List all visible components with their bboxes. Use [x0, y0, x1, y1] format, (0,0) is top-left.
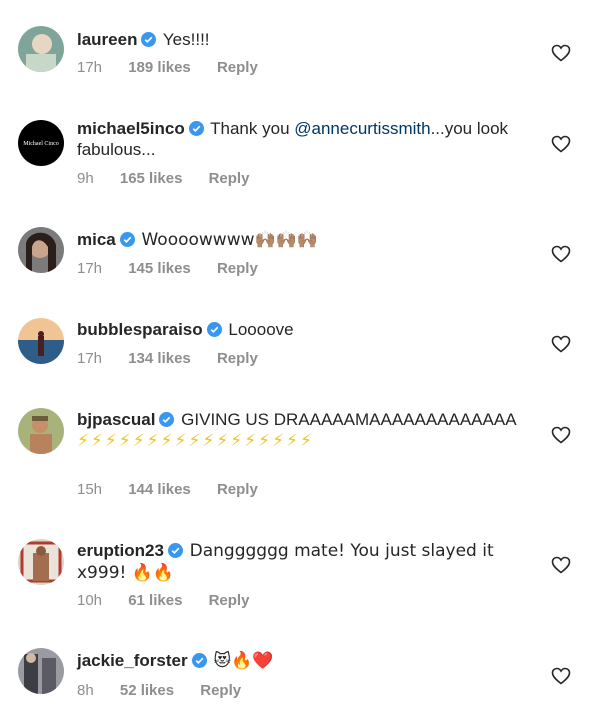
comment-time: 17h [77, 260, 103, 277]
likes-count[interactable]: 61 likes [128, 592, 182, 609]
heart-outline-icon[interactable] [551, 426, 571, 444]
comment-time: 17h [77, 59, 103, 76]
heart-outline-icon[interactable] [551, 44, 571, 62]
reply-button[interactable]: Reply [217, 59, 258, 76]
likes-count[interactable]: 165 likes [120, 170, 183, 187]
comment-text: 😻🔥❤️ [213, 651, 274, 671]
verified-badge-icon [141, 32, 157, 47]
likes-count[interactable]: 144 likes [128, 481, 191, 498]
reply-button[interactable]: Reply [217, 260, 258, 277]
heart-outline-icon[interactable] [551, 335, 571, 353]
comment-text: GIVING US DRAAAAAMAAAAAAAAAAAAA [181, 410, 517, 429]
reply-button[interactable]: Reply [209, 170, 250, 187]
reply-button[interactable]: Reply [217, 350, 258, 367]
comment-time: 8h [77, 682, 94, 699]
comment-text: Loooove [228, 320, 294, 339]
reply-button[interactable]: Reply [200, 682, 241, 699]
likes-count[interactable]: 134 likes [128, 350, 191, 367]
avatar[interactable] [18, 648, 64, 694]
verified-badge-icon [167, 543, 183, 558]
verified-badge-icon [119, 232, 135, 247]
username[interactable]: michael5inco [77, 119, 185, 138]
heart-outline-icon[interactable] [551, 556, 571, 574]
comment-time: 15h [77, 481, 103, 498]
avatar[interactable] [18, 318, 64, 364]
heart-outline-icon[interactable] [551, 245, 571, 263]
verified-badge-icon [159, 412, 175, 427]
verified-badge-icon [191, 653, 207, 668]
heart-outline-icon[interactable] [551, 667, 571, 685]
comment-text-prefix: Thank you [210, 119, 295, 138]
likes-count[interactable]: 145 likes [128, 260, 191, 277]
lightning-emoji-row: ⚡⚡⚡⚡⚡⚡⚡⚡⚡⚡⚡⚡⚡⚡⚡⚡⚡ [77, 431, 314, 451]
mention-link[interactable]: @annecurtissmith [294, 119, 430, 138]
comment-text: Yes!!!! [162, 30, 210, 49]
avatar[interactable]: Michael Cinco [18, 120, 64, 166]
username[interactable]: eruption23 [77, 541, 164, 560]
reply-button[interactable]: Reply [217, 481, 258, 498]
comment-time: 17h [77, 350, 103, 367]
avatar[interactable] [18, 539, 64, 585]
avatar[interactable] [18, 408, 64, 454]
reply-button[interactable]: Reply [209, 592, 250, 609]
username[interactable]: bubblesparaiso [77, 320, 203, 339]
username[interactable]: mica [77, 230, 116, 249]
username[interactable]: laureen [77, 30, 137, 49]
likes-count[interactable]: 52 likes [120, 682, 174, 699]
comment-time: 9h [77, 170, 94, 187]
username[interactable]: jackie_forster [77, 651, 188, 670]
comment-time: 10h [77, 592, 103, 609]
username[interactable]: bjpascual [77, 410, 155, 429]
avatar[interactable] [18, 26, 64, 72]
heart-outline-icon[interactable] [551, 135, 571, 153]
comment-text: Woooowwww🙌🏽🙌🏽🙌🏽 [141, 230, 319, 250]
likes-count[interactable]: 189 likes [128, 59, 191, 76]
verified-badge-icon [206, 322, 222, 337]
svg-text:Michael Cinco: Michael Cinco [23, 141, 59, 147]
verified-badge-icon [188, 121, 204, 136]
avatar[interactable] [18, 227, 64, 273]
